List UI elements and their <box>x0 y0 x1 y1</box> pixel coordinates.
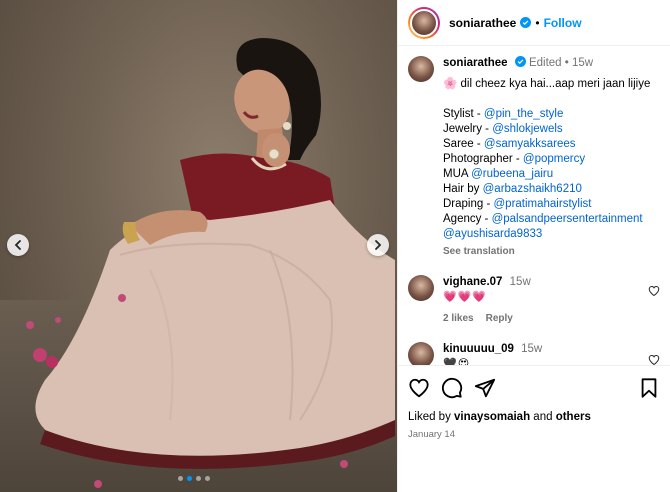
liked-by-prefix: Liked by <box>408 411 455 423</box>
caption-credits: Stylist - @pin_the_style Jewelry - @shlo… <box>443 107 650 242</box>
edited-label: Edited <box>528 57 562 69</box>
commenter-avatar[interactable] <box>408 342 434 365</box>
carousel-dot[interactable] <box>178 476 183 481</box>
like-comment-heart-icon[interactable] <box>648 285 660 297</box>
header-separator: • <box>535 15 540 30</box>
credit-line: Agency - @palsandpeersentertainment <box>443 213 643 225</box>
author-avatar[interactable] <box>408 6 440 39</box>
mention-link[interactable]: @arbazshaikh6210 <box>483 183 582 195</box>
mention-link[interactable]: @rubeena_jairu <box>471 168 553 180</box>
mention-link[interactable]: @shlokjewels <box>492 123 562 135</box>
liked-by-and: and <box>530 411 556 423</box>
credit-line: MUA @rubeena_jairu <box>443 168 554 180</box>
commenter-username[interactable]: vighane.07 <box>443 276 502 288</box>
bookmark-icon <box>641 378 657 398</box>
verified-badge-icon <box>514 56 526 67</box>
carousel-dot-active[interactable] <box>187 476 192 481</box>
caption-text: 🌸 dil cheez kya hai...aap meri jaan liji… <box>443 78 651 90</box>
liked-by-others[interactable]: others <box>556 411 591 423</box>
credit-line: Jewelry - @shlokjewels <box>443 123 563 135</box>
comment-body: vighane.07 15w 💗💗💗 2 likes Reply <box>443 275 531 326</box>
carousel-indicator <box>178 476 210 481</box>
comment-actions: 2 likes Reply <box>443 311 531 326</box>
credit-line: @ayushisarda9833 <box>443 227 650 242</box>
chevron-right-icon <box>375 240 382 250</box>
commenter-username[interactable]: kinuuuuu_09 <box>443 343 514 355</box>
heart-icon <box>409 378 429 398</box>
comment-button[interactable] <box>441 377 463 399</box>
comment-bubble-icon <box>441 377 463 399</box>
chevron-left-icon <box>14 240 21 250</box>
caption: soniarathee Edited • 15w 🌸 dil cheez kya… <box>408 56 660 259</box>
mention-link[interactable]: @ayushisarda9833 <box>443 228 542 240</box>
post-photo <box>26 38 395 488</box>
credit-line: Stylist - @pin_the_style <box>443 108 564 120</box>
commenter-avatar[interactable] <box>408 275 434 301</box>
verified-badge-icon <box>520 17 532 28</box>
save-button[interactable] <box>638 377 660 399</box>
comment-item: kinuuuuu_09 15w 🖤😍 <box>408 342 660 365</box>
see-translation-link[interactable]: See translation <box>443 244 650 259</box>
post-side-panel: soniarathee • Follow soniarathee Edited … <box>397 0 670 492</box>
carousel-dot[interactable] <box>196 476 201 481</box>
action-bar <box>408 374 660 402</box>
comment-body: kinuuuuu_09 15w 🖤😍 <box>443 342 542 365</box>
likes-summary: Liked by vinaysomaiah and others <box>408 411 660 423</box>
follow-button[interactable]: Follow <box>544 16 582 30</box>
comment-time[interactable]: 15w <box>510 276 531 288</box>
mention-link[interactable]: @palsandpeersentertainment <box>492 213 643 225</box>
comment-likes-count[interactable]: 2 likes <box>443 311 474 326</box>
caption-dot: • <box>564 57 569 69</box>
caption-avatar[interactable] <box>408 56 434 82</box>
like-button[interactable] <box>408 377 430 399</box>
mention-link[interactable]: @pin_the_style <box>484 108 563 120</box>
credit-line: Photographer - @popmercy <box>443 153 586 165</box>
mention-link[interactable]: @samyakksarees <box>484 138 576 150</box>
comments-list[interactable]: soniarathee Edited • 15w 🌸 dil cheez kya… <box>398 46 670 365</box>
caption-body: soniarathee Edited • 15w 🌸 dil cheez kya… <box>443 56 650 259</box>
comment-text: 🖤😍 <box>443 358 471 365</box>
caption-time[interactable]: 15w <box>572 57 593 69</box>
post-date[interactable]: January 14 <box>408 429 660 440</box>
post-header: soniarathee • Follow <box>398 0 670 46</box>
caption-username[interactable]: soniarathee <box>443 57 508 69</box>
credit-line: Saree - @samyakksarees <box>443 138 576 150</box>
comment-text: 💗💗💗 <box>443 291 488 303</box>
mention-link[interactable]: @pratimahairstylist <box>494 198 592 210</box>
carousel-next-button[interactable] <box>367 234 389 256</box>
mention-link[interactable]: @popmercy <box>523 153 585 165</box>
reply-button[interactable]: Reply <box>486 311 513 326</box>
share-button[interactable] <box>474 377 496 399</box>
post-footer: Liked by vinaysomaiah and others January… <box>398 365 670 492</box>
post-media[interactable] <box>0 0 397 492</box>
comment-time[interactable]: 15w <box>521 343 542 355</box>
like-comment-heart-icon[interactable] <box>648 354 660 365</box>
carousel-dot[interactable] <box>205 476 210 481</box>
comment-item: vighane.07 15w 💗💗💗 2 likes Reply <box>408 275 660 326</box>
carousel-prev-button[interactable] <box>7 234 29 256</box>
paper-plane-icon <box>474 378 496 398</box>
author-username[interactable]: soniarathee <box>449 16 516 30</box>
credit-line: Draping - @pratimahairstylist <box>443 198 592 210</box>
liked-by-user[interactable]: vinaysomaiah <box>454 411 530 423</box>
instagram-post: soniarathee • Follow soniarathee Edited … <box>0 0 670 492</box>
credit-line: Hair by @arbazshaikh6210 <box>443 183 582 195</box>
